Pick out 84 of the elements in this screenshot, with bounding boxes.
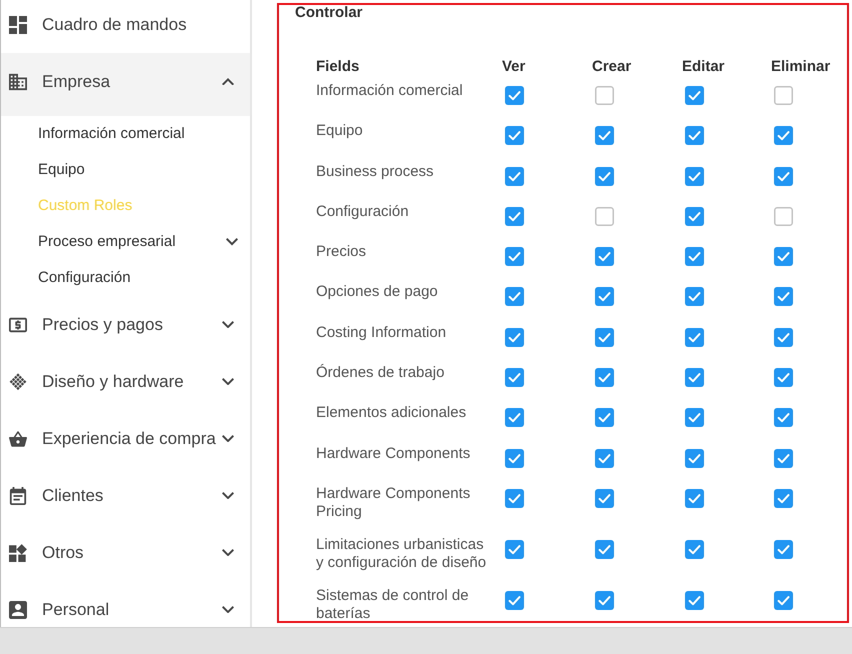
checkbox[interactable]	[685, 590, 704, 610]
checkbox[interactable]	[595, 488, 614, 508]
checkbox[interactable]	[774, 328, 793, 347]
checkbox[interactable]	[595, 247, 614, 266]
checkbox[interactable]	[685, 368, 704, 388]
checkbox[interactable]	[685, 448, 704, 468]
checkbox[interactable]	[505, 287, 524, 306]
checkbox[interactable]	[774, 247, 793, 266]
checkbox[interactable]	[685, 126, 704, 146]
checkbox[interactable]	[685, 247, 704, 266]
checkbox[interactable]	[685, 86, 704, 105]
checkbox[interactable]	[505, 166, 524, 186]
checkbox[interactable]	[774, 206, 793, 226]
checkbox[interactable]	[505, 86, 524, 105]
widgets-icon	[9, 544, 27, 562]
row-label: Sistemas de control de baterías	[316, 586, 469, 621]
checkbox[interactable]	[595, 287, 614, 306]
row-label: Configuración	[316, 202, 409, 220]
person-box-icon	[9, 600, 27, 618]
checkbox[interactable]	[685, 166, 704, 186]
checkbox[interactable]	[595, 206, 614, 226]
checkbox[interactable]	[505, 408, 524, 428]
checkbox[interactable]	[774, 166, 793, 186]
checkbox[interactable]	[595, 86, 614, 105]
row-label: Información comercial	[316, 82, 463, 99]
checkbox[interactable]	[505, 328, 524, 347]
row-label: Elementos adicionales	[316, 404, 466, 422]
building-icon	[9, 72, 27, 90]
checkbox[interactable]	[774, 287, 793, 306]
checkbox[interactable]	[685, 287, 704, 306]
submenu-item[interactable]: Equipo	[1, 152, 250, 188]
checkbox[interactable]	[685, 408, 704, 428]
calendar-icon	[9, 486, 27, 504]
checkbox[interactable]	[774, 590, 793, 610]
column-header: Ver	[502, 58, 526, 75]
submenu-item[interactable]: Configuración	[1, 260, 250, 296]
checkbox[interactable]	[774, 488, 793, 508]
checkbox[interactable]	[595, 540, 614, 559]
checkbox[interactable]	[774, 126, 793, 146]
column-header: Eliminar	[771, 58, 830, 75]
row-label: Costing Information	[316, 324, 446, 341]
checkbox[interactable]	[774, 408, 793, 428]
checkbox[interactable]	[505, 206, 524, 226]
checkbox[interactable]	[505, 540, 524, 559]
checkbox[interactable]	[595, 166, 614, 186]
checkbox[interactable]	[505, 247, 524, 266]
checkbox[interactable]	[685, 328, 704, 347]
column-header: Editar	[682, 58, 725, 75]
row-label: Business process	[316, 162, 434, 180]
banknote-icon	[9, 316, 27, 334]
checkbox[interactable]	[595, 328, 614, 347]
submenu-item[interactable]: Información comercial	[1, 116, 250, 152]
row-label: Hardware Components Pricing	[316, 484, 470, 520]
checkbox[interactable]	[505, 488, 524, 508]
column-header: Crear	[592, 58, 632, 75]
checkbox[interactable]	[685, 540, 704, 559]
checkbox[interactable]	[595, 368, 614, 388]
row-label: Precios	[316, 243, 366, 260]
checkbox[interactable]	[595, 408, 614, 428]
checkbox[interactable]	[595, 448, 614, 468]
sidebar-item[interactable]: Empresa	[1, 53, 250, 116]
row-label: Opciones de pago	[316, 283, 438, 300]
checkbox[interactable]	[774, 540, 793, 559]
checkbox[interactable]	[595, 590, 614, 610]
checkbox[interactable]	[595, 126, 614, 146]
submenu-item[interactable]: Proceso empresarial	[1, 224, 250, 260]
row-label: Limitaciones urbanisticas y configuración de diseño	[316, 536, 486, 571]
checkbox[interactable]	[505, 126, 524, 146]
checkbox[interactable]	[774, 368, 793, 388]
checkbox[interactable]	[774, 86, 793, 105]
row-label: Hardware Components	[316, 444, 470, 462]
dashboard-icon	[9, 16, 27, 34]
column-header: Fields	[316, 58, 360, 75]
checkbox[interactable]	[685, 488, 704, 508]
checkbox[interactable]	[505, 590, 524, 610]
row-label: Órdenes de trabajo	[316, 364, 444, 382]
row-label: Equipo	[316, 122, 363, 140]
section-title: Controlar	[295, 5, 362, 20]
checkbox[interactable]	[505, 368, 524, 388]
basket-icon	[9, 430, 27, 448]
checkbox[interactable]	[685, 206, 704, 226]
checkbox[interactable]	[505, 448, 524, 468]
diamond-grid-icon	[9, 372, 27, 390]
checkbox[interactable]	[774, 448, 793, 468]
